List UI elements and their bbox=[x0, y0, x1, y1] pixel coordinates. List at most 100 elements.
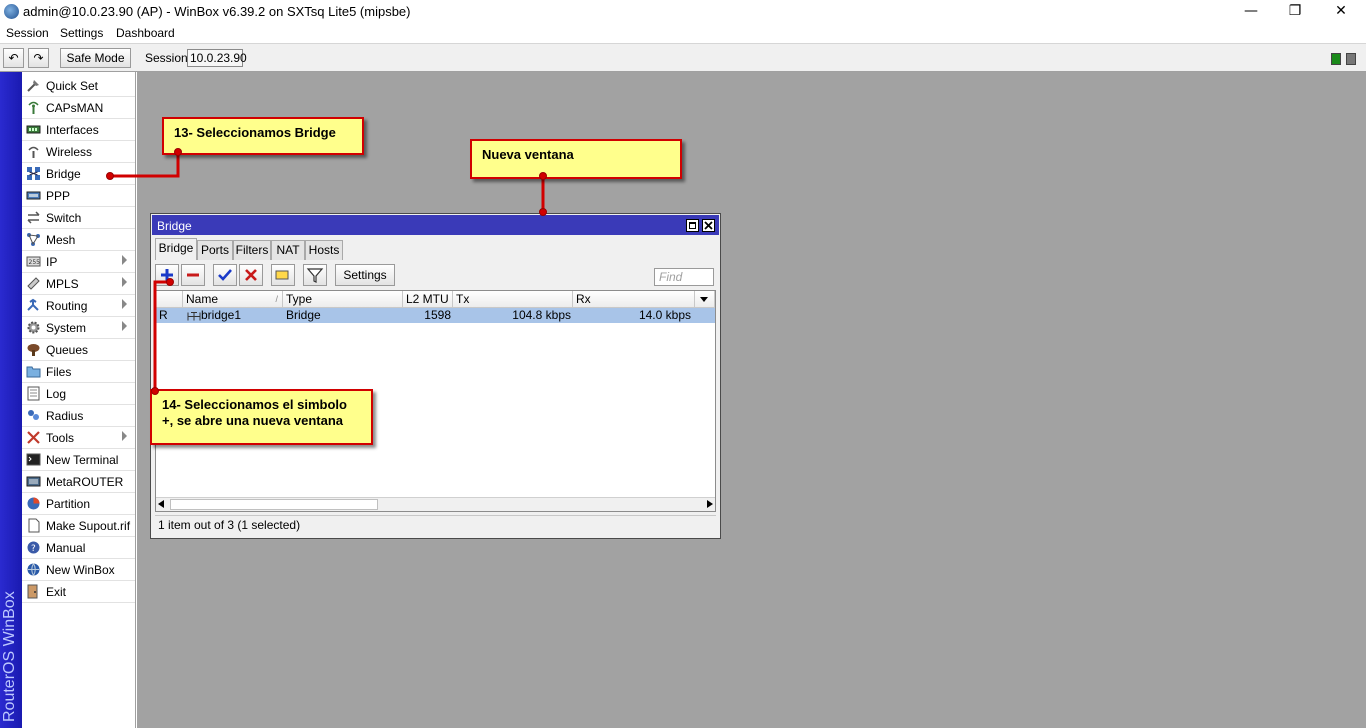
menu-bar: Session Settings Dashboard bbox=[0, 24, 1366, 43]
brand-bar: RouterOS WinBox bbox=[0, 72, 22, 728]
close-icon bbox=[704, 221, 713, 230]
disable-button[interactable] bbox=[239, 264, 263, 286]
window-title: admin@10.0.23.90 (AP) - WinBox v6.39.2 o… bbox=[23, 4, 411, 19]
routing-icon bbox=[27, 298, 39, 311]
tab-filters[interactable]: Filters bbox=[233, 240, 271, 260]
maximize-window-button[interactable] bbox=[686, 219, 699, 232]
svg-text:?: ? bbox=[31, 544, 36, 554]
redo-icon: ↷ bbox=[33, 51, 44, 65]
sidebar-item-ip[interactable]: 255 IP bbox=[22, 251, 135, 273]
menu-dashboard[interactable]: Dashboard bbox=[116, 26, 175, 40]
sidebar-item-label: Files bbox=[46, 365, 72, 379]
sidebar-item-partition[interactable]: Partition bbox=[22, 493, 135, 515]
close-button[interactable]: ✕ bbox=[1318, 0, 1364, 24]
sidebar-item-label: CAPsMAN bbox=[46, 101, 104, 115]
sidebar-item-label: Interfaces bbox=[46, 123, 99, 137]
scroll-left-icon[interactable] bbox=[158, 500, 164, 508]
column-header-label: Name bbox=[186, 292, 219, 306]
sidebar-item-label: Log bbox=[46, 387, 67, 401]
sidebar-item-new-terminal[interactable]: New Terminal bbox=[22, 449, 135, 471]
sidebar-item-log[interactable]: Log bbox=[22, 383, 135, 405]
maximize-button[interactable]: ❐ bbox=[1272, 0, 1318, 24]
row-tx: 104.8 kbps bbox=[512, 308, 571, 322]
mpls-icon bbox=[27, 277, 40, 290]
sidebar-item-interfaces[interactable]: Interfaces bbox=[22, 119, 135, 141]
sidebar-item-wireless[interactable]: Wireless bbox=[22, 141, 135, 163]
scroll-right-icon[interactable] bbox=[707, 500, 713, 508]
scrollbar-thumb[interactable] bbox=[170, 499, 378, 510]
safe-mode-button[interactable]: Safe Mode bbox=[60, 48, 131, 68]
callout-text: 13- Seleccionamos Bridge bbox=[174, 125, 336, 140]
sidebar-item-new-winbox[interactable]: New WinBox bbox=[22, 559, 135, 581]
sidebar-item-label: PPP bbox=[46, 189, 71, 203]
sidebar-item-label: MPLS bbox=[46, 277, 79, 291]
sidebar-item-quick-set[interactable]: Quick Set bbox=[22, 75, 135, 97]
enable-button[interactable] bbox=[213, 264, 237, 286]
column-header-type[interactable]: Type bbox=[283, 291, 403, 308]
redo-button[interactable]: ↷ bbox=[28, 48, 49, 68]
tab-bridge[interactable]: Bridge bbox=[155, 238, 197, 260]
sidebar-item-ppp[interactable]: PPP bbox=[22, 185, 135, 207]
column-chooser-button[interactable] bbox=[695, 291, 715, 308]
tab-nat[interactable]: NAT bbox=[271, 240, 305, 260]
settings-button[interactable]: Settings bbox=[335, 264, 395, 286]
sidebar-item-label: Switch bbox=[46, 211, 82, 225]
x-icon bbox=[245, 269, 257, 281]
bridge-icon bbox=[27, 167, 40, 180]
horizontal-scrollbar[interactable] bbox=[156, 497, 715, 511]
sidebar-item-bridge[interactable]: Bridge bbox=[22, 163, 135, 185]
undo-button[interactable]: ↶ bbox=[3, 48, 24, 68]
tools-icon bbox=[27, 431, 40, 444]
bridge-row-icon bbox=[187, 312, 201, 321]
sidebar-item-capsman[interactable]: CAPsMAN bbox=[22, 97, 135, 119]
column-header-tx[interactable]: Tx bbox=[453, 291, 573, 308]
sort-icon: / bbox=[275, 294, 278, 304]
bridge-window-titlebar[interactable]: Bridge bbox=[152, 215, 719, 235]
close-window-button[interactable] bbox=[702, 219, 715, 232]
exit-icon bbox=[27, 584, 38, 599]
minimize-button[interactable]: — bbox=[1228, 0, 1274, 24]
sidebar-item-queues[interactable]: Queues bbox=[22, 339, 135, 361]
sidebar-item-tools[interactable]: Tools bbox=[22, 427, 135, 449]
sidebar-item-exit[interactable]: Exit bbox=[22, 581, 135, 603]
row-l2mtu: 1598 bbox=[424, 308, 451, 322]
ppp-icon bbox=[26, 191, 41, 200]
menu-session[interactable]: Session bbox=[6, 26, 49, 40]
wireless-icon bbox=[28, 146, 39, 158]
sidebar-item-make-supout[interactable]: Make Supout.rif bbox=[22, 515, 135, 537]
sidebar-item-radius[interactable]: Radius bbox=[22, 405, 135, 427]
callout-text: Nueva ventana bbox=[482, 147, 574, 162]
connector-dot bbox=[166, 278, 174, 286]
column-header-name[interactable]: Name / bbox=[183, 291, 283, 308]
connector-dot bbox=[151, 387, 159, 395]
metarouter-icon bbox=[26, 476, 41, 487]
document-icon bbox=[28, 518, 40, 533]
sidebar-item-label: Wireless bbox=[46, 145, 93, 159]
row-type: Bridge bbox=[286, 308, 321, 322]
sidebar-item-system[interactable]: System bbox=[22, 317, 135, 339]
sidebar-item-routing[interactable]: Routing bbox=[22, 295, 135, 317]
sidebar-item-mesh[interactable]: Mesh bbox=[22, 229, 135, 251]
comment-button[interactable] bbox=[271, 264, 295, 286]
sidebar-item-label: IP bbox=[46, 255, 58, 269]
sidebar-item-metarouter[interactable]: MetaROUTER bbox=[22, 471, 135, 493]
switch-icon bbox=[27, 211, 40, 224]
filter-button[interactable] bbox=[303, 264, 327, 286]
tab-hosts[interactable]: Hosts bbox=[305, 240, 343, 260]
remove-button[interactable] bbox=[181, 264, 205, 286]
session-field: 10.0.23.90 bbox=[187, 49, 247, 67]
sidebar-item-files[interactable]: Files bbox=[22, 361, 135, 383]
find-input[interactable]: Find bbox=[654, 268, 714, 286]
submenu-arrow-icon bbox=[122, 277, 127, 287]
sidebar-item-manual[interactable]: ? Manual bbox=[22, 537, 135, 559]
winbox-app-icon bbox=[4, 4, 19, 19]
tab-ports[interactable]: Ports bbox=[197, 240, 233, 260]
sidebar-item-mpls[interactable]: MPLS bbox=[22, 273, 135, 295]
column-header-rx[interactable]: Rx bbox=[573, 291, 695, 308]
menu-settings[interactable]: Settings bbox=[60, 26, 103, 40]
sidebar-item-switch[interactable]: Switch bbox=[22, 207, 135, 229]
table-row[interactable]: R bridge1 Bridge 1598 104.8 kbps 14.0 kb… bbox=[156, 308, 715, 323]
column-header-flags[interactable] bbox=[156, 291, 183, 308]
column-header-l2mtu[interactable]: L2 MTU bbox=[403, 291, 453, 308]
undo-icon: ↶ bbox=[8, 51, 19, 65]
